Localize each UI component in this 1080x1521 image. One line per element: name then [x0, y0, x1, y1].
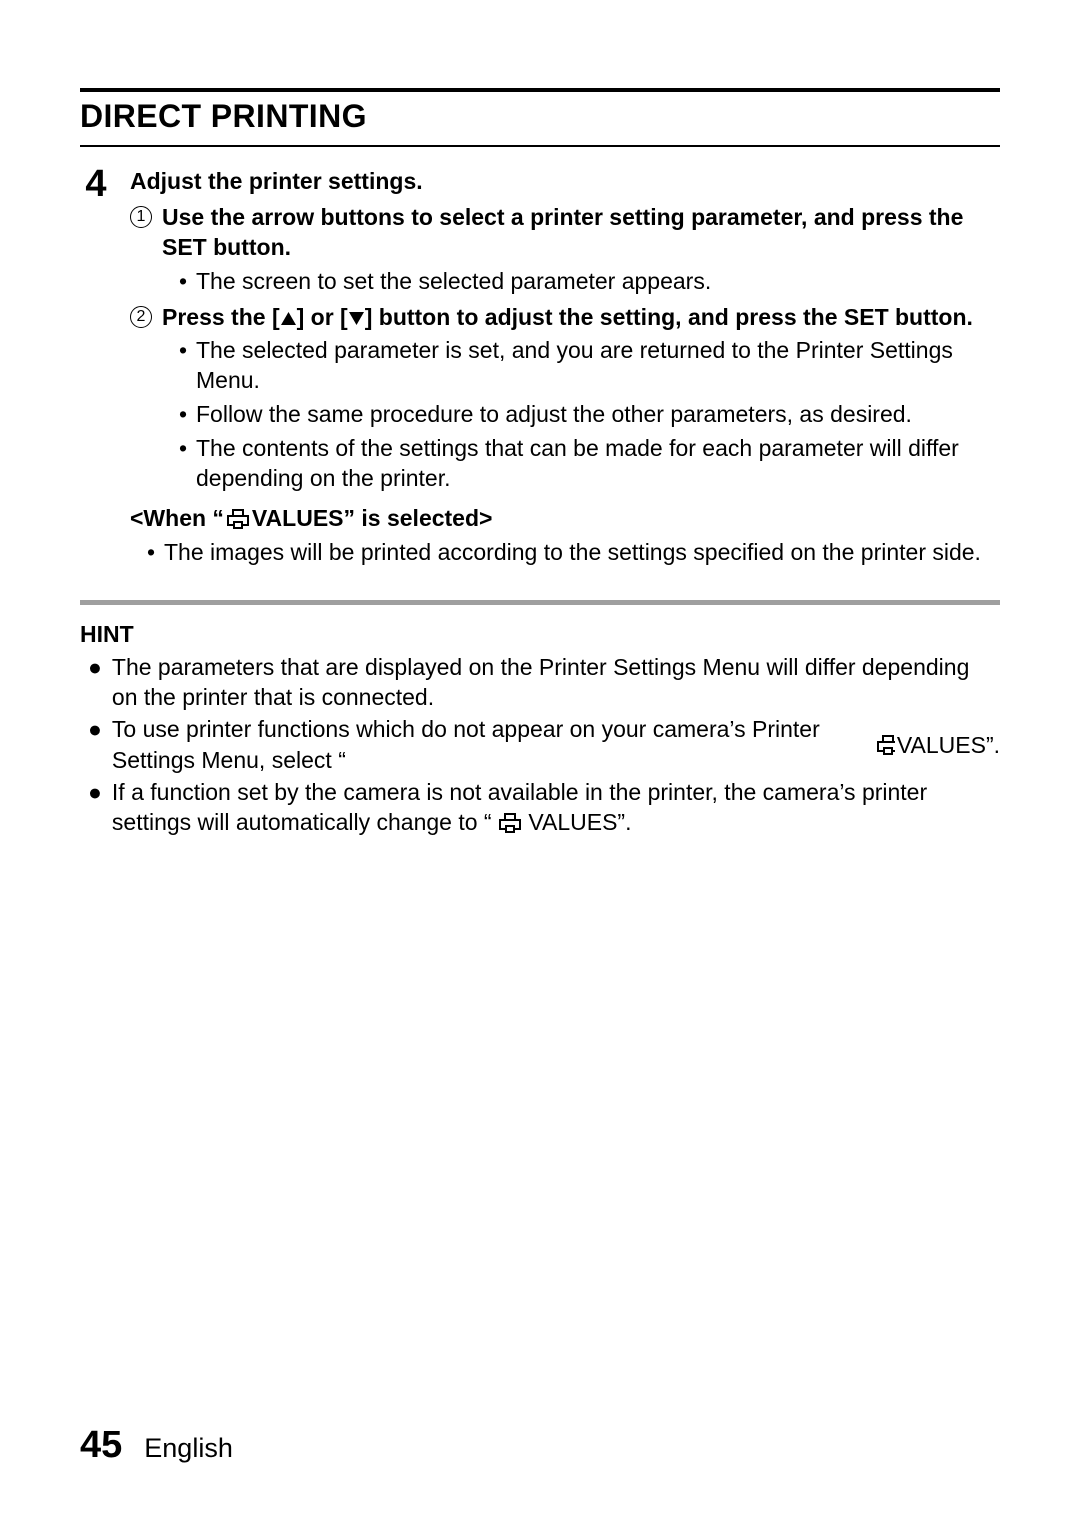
page-footer: 45 English — [80, 1424, 233, 1467]
substep-2: 2 Press the [ ] or [ ] button to adjust th… — [130, 303, 1000, 333]
when-after: VALUES” is selected> — [252, 504, 493, 534]
bullet-dot-icon: ● — [88, 777, 102, 838]
bullet-dot-icon: • — [178, 434, 188, 494]
hint-text: The parameters that are displayed on the… — [112, 652, 1000, 713]
hint2-before: To use printer functions which do not ap… — [112, 714, 874, 775]
step-heading: Adjust the printer settings. — [130, 167, 1000, 197]
when-bullets: • The images will be printed according t… — [130, 538, 1000, 568]
printer-icon — [226, 509, 250, 529]
substep-2-after: ] button to adjust the setting, and pres… — [365, 304, 973, 330]
list-item: • Follow the same procedure to adjust th… — [178, 400, 1000, 430]
bullet-dot-icon: • — [178, 336, 188, 396]
language-label: English — [144, 1433, 233, 1464]
bullet-text: The images will be printed according to … — [164, 538, 981, 568]
when-before: <When “ — [130, 504, 224, 534]
substep-2-bullets: • The selected parameter is set, and you… — [130, 336, 1000, 493]
list-item: ● The parameters that are displayed on t… — [80, 652, 1000, 713]
list-item: • The screen to set the selected paramet… — [178, 267, 1000, 297]
bullet-dot-icon: ● — [88, 652, 102, 713]
list-item: • The contents of the settings that can … — [178, 434, 1000, 494]
bullet-text: The contents of the settings that can be… — [196, 434, 1000, 494]
list-item: ● If a function set by the camera is not… — [80, 777, 1000, 838]
bullet-text: The selected parameter is set, and you a… — [196, 336, 1000, 396]
bullet-dot-icon: • — [146, 538, 156, 568]
substep-2-before: Press the [ — [162, 304, 280, 330]
divider-under-title — [80, 145, 1000, 147]
printer-icon — [498, 813, 522, 833]
bullet-text: The screen to set the selected parameter… — [196, 267, 711, 297]
bullet-dot-icon: • — [178, 400, 188, 430]
page-number: 45 — [80, 1424, 122, 1467]
step-4: 4 Adjust the printer settings. 1 Use the… — [80, 167, 1000, 572]
hint-block: HINT ● The parameters that are displayed… — [80, 621, 1000, 838]
substep-2-mid: ] or [ — [297, 304, 348, 330]
list-item: • The images will be printed according t… — [146, 538, 1000, 568]
hint3-after: VALUES”. — [528, 809, 631, 835]
printer-icon — [876, 735, 895, 755]
triangle-down-icon — [348, 311, 365, 326]
hint2-after: VALUES”. — [897, 730, 1000, 760]
hint-divider — [80, 600, 1000, 605]
step-number: 4 — [80, 165, 112, 203]
bullet-text: Follow the same procedure to adjust the … — [196, 400, 912, 430]
substep-2-text: Press the [ ] or [ ] button to adjust the … — [162, 303, 973, 333]
bullet-dot-icon: ● — [88, 714, 102, 775]
list-item: • The selected parameter is set, and you… — [178, 336, 1000, 396]
substep-1-text: Use the arrow buttons to select a printe… — [162, 203, 1000, 263]
hint-list: ● The parameters that are displayed on t… — [80, 652, 1000, 838]
substep-1: 1 Use the arrow buttons to select a prin… — [130, 203, 1000, 263]
substep-1-bullets: • The screen to set the selected paramet… — [130, 267, 1000, 297]
list-item: ● To use printer functions which do not … — [80, 714, 1000, 775]
hint-text: To use printer functions which do not ap… — [112, 714, 1000, 775]
circled-2-icon: 2 — [130, 306, 152, 328]
circled-1-icon: 1 — [130, 206, 152, 228]
manual-page: DIRECT PRINTING 4 Adjust the printer set… — [0, 0, 1080, 1521]
hint-title: HINT — [80, 621, 1000, 648]
divider-top — [80, 88, 1000, 92]
page-title: DIRECT PRINTING — [80, 98, 1000, 135]
bullet-dot-icon: • — [178, 267, 188, 297]
step-body: Adjust the printer settings. 1 Use the a… — [130, 167, 1000, 572]
hint-text: If a function set by the camera is not a… — [112, 777, 1000, 838]
triangle-up-icon — [280, 311, 297, 326]
when-values-heading: <When “ VALUES” is selected> — [130, 504, 1000, 534]
